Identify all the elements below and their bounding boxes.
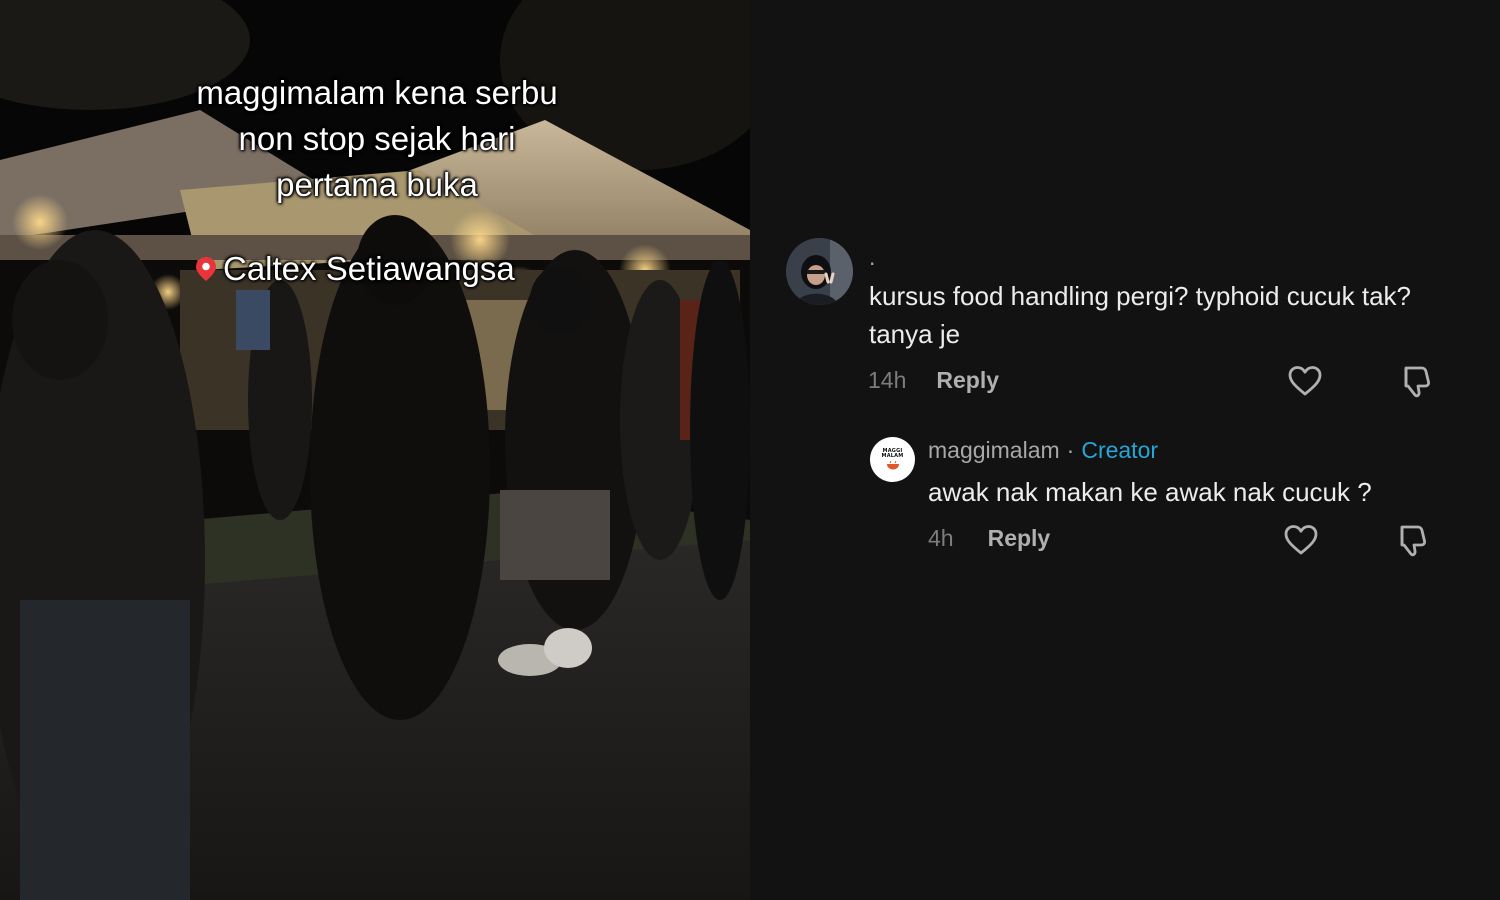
reply-button[interactable]: Reply <box>936 367 999 394</box>
reply-username[interactable]: maggimalam <box>928 437 1060 464</box>
heart-icon[interactable] <box>1283 523 1319 557</box>
reply-meta: 4h Reply <box>928 525 1050 552</box>
caption-line-3: pertama buka <box>276 166 478 203</box>
comment-meta: 14h Reply <box>868 367 999 394</box>
bowl-icon <box>886 461 899 470</box>
avatar-logo-line-2: MALAM <box>881 453 904 459</box>
comment-username[interactable]: . <box>869 244 875 271</box>
thumbs-down-icon[interactable] <box>1398 364 1434 398</box>
caption-line-2: non stop sejak hari <box>238 120 516 157</box>
location-tag[interactable]: Caltex Setiawangsa <box>195 250 515 288</box>
location-label: Caltex Setiawangsa <box>223 250 515 287</box>
reply-timestamp: 4h <box>928 525 954 551</box>
creator-avatar[interactable]: MAGGI MALAM <box>870 437 915 482</box>
thumbs-down-icon[interactable] <box>1394 523 1430 557</box>
caption-line-1: maggimalam kena serbu <box>196 74 558 111</box>
heart-icon[interactable] <box>1287 364 1323 398</box>
comment-text: kursus food handling pergi? typhoid cucu… <box>869 281 1412 349</box>
location-pin-icon <box>196 257 216 281</box>
comments-panel: . kursus food handling pergi? typhoid cu… <box>750 0 1500 900</box>
reply-header: maggimalam · Creator <box>928 437 1158 464</box>
screen: maggimalam kena serbu non stop sejak har… <box>0 0 1500 900</box>
comment-timestamp: 14h <box>868 367 907 393</box>
avatar-photo <box>786 238 853 305</box>
reply-text: awak nak makan ke awak nak cucuk ? <box>928 477 1372 507</box>
creator-badge: Creator <box>1081 437 1159 463</box>
video-caption: maggimalam kena serbu non stop sejak har… <box>2 70 750 208</box>
username-separator: · <box>1066 437 1075 463</box>
reply-to-reply-button[interactable]: Reply <box>988 525 1051 552</box>
avatar[interactable] <box>786 238 853 305</box>
video-frame[interactable]: maggimalam kena serbu non stop sejak har… <box>0 0 750 900</box>
